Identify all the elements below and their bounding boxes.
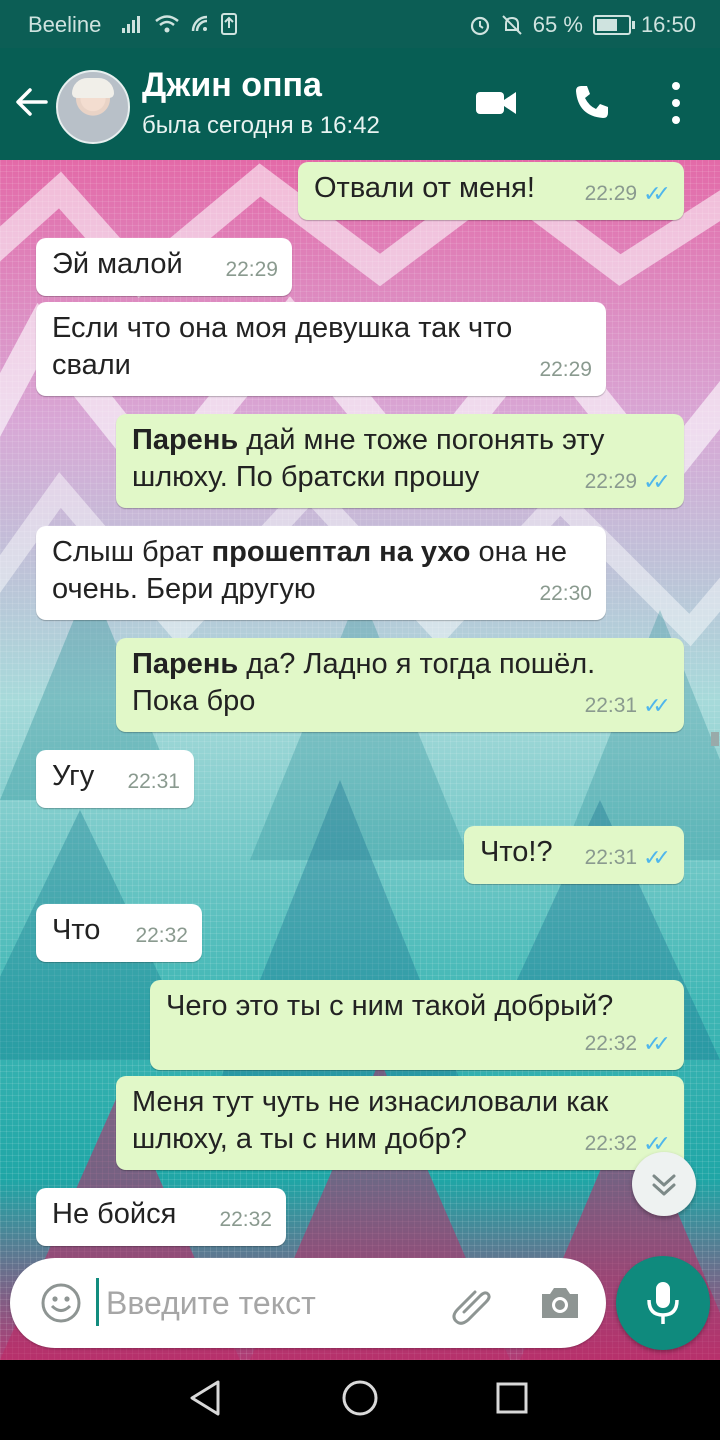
message-text: Парень дай мне тоже погонять эту шлюху. …: [132, 422, 657, 496]
message-outgoing[interactable]: Отвали от меня! 22:29 ✓✓: [298, 162, 684, 220]
nfc-icon: [191, 15, 208, 32]
message-bold-text: Парень: [132, 424, 239, 456]
message-text: Парень да? Ладно я тогда пошёл. Пока бро: [132, 646, 657, 720]
mic-icon: [647, 1282, 679, 1324]
double-check-icon: ✓✓: [643, 1031, 671, 1056]
scrollbar[interactable]: [711, 732, 719, 746]
message-outgoing[interactable]: Меня тут чуть не изнасиловали как шлюху,…: [116, 1076, 684, 1170]
nav-home-icon[interactable]: [340, 1376, 380, 1420]
message-text: Чего это ты с ним такой добрый?: [166, 990, 614, 1022]
message-incoming[interactable]: Эй малой 22:29: [36, 238, 292, 296]
alarm-icon: [470, 16, 489, 36]
message-outgoing[interactable]: Чего это ты с ним такой добрый? 22:32 ✓✓: [150, 980, 684, 1070]
message-time: 22:32: [584, 1032, 638, 1055]
mute-bell-icon: [502, 15, 522, 35]
data-arrows-icon: [221, 13, 237, 35]
mic-button[interactable]: [616, 1256, 710, 1350]
double-check-icon: ✓✓: [643, 693, 671, 718]
video-call-icon[interactable]: [474, 86, 518, 120]
message-text: Слыш брат прошептал на ухо она не очень.…: [52, 534, 572, 608]
message-composer: [10, 1258, 606, 1348]
message-input[interactable]: [100, 1278, 436, 1328]
clock: 16:50: [640, 12, 696, 37]
scroll-to-bottom-button[interactable]: [632, 1152, 696, 1216]
message-pre-text: Слыш брат: [52, 536, 212, 568]
message-time: 22:30: [539, 582, 592, 605]
message-time: 22:29: [584, 182, 638, 205]
emoji-icon[interactable]: [40, 1282, 82, 1324]
message-time: 22:32: [584, 1132, 638, 1155]
message-incoming[interactable]: Угу 22:31: [36, 750, 194, 808]
text-caret: [96, 1278, 99, 1326]
paperclip-icon[interactable]: [450, 1282, 494, 1326]
message-time: 22:32: [219, 1208, 272, 1231]
message-time: 22:31: [584, 846, 638, 869]
message-time: 22:32: [135, 924, 188, 947]
camera-icon[interactable]: [538, 1284, 582, 1322]
wifi-icon: [155, 15, 179, 33]
contact-name[interactable]: Джин оппа: [142, 66, 322, 105]
message-time: 22:29: [225, 258, 278, 281]
avatar[interactable]: [56, 70, 130, 144]
status-bar: Beeline 65 % 16:50: [0, 0, 720, 48]
battery-icon: [592, 15, 635, 35]
message-time: 22:29: [584, 470, 638, 493]
double-check-icon: ✓✓: [643, 469, 671, 494]
message-incoming[interactable]: Слыш брат прошептал на ухо она не очень.…: [36, 526, 606, 620]
message-time: 22:31: [584, 694, 638, 717]
double-check-icon: ✓✓: [643, 845, 671, 870]
more-vert-icon[interactable]: [666, 80, 686, 126]
message-time: 22:29: [539, 358, 592, 381]
message-time: 22:31: [127, 770, 180, 793]
message-bold-text: Парень: [132, 648, 239, 680]
message-text: Если что она моя девушка так что свали: [52, 312, 513, 381]
chat-area[interactable]: Отвали от меня! 22:29 ✓✓ Эй малой 22:29 Е…: [0, 160, 720, 1360]
message-outgoing[interactable]: Парень да? Ладно я тогда пошёл. Пока бро…: [116, 638, 684, 732]
message-incoming[interactable]: Если что она моя девушка так что свали 2…: [36, 302, 606, 396]
double-chevron-down-icon: [652, 1174, 676, 1196]
message-outgoing[interactable]: Что!? 22:31 ✓✓: [464, 826, 684, 884]
battery-percent: 65 %: [532, 12, 583, 37]
chat-header: Джин оппа была сегодня в 16:42: [0, 48, 720, 160]
double-check-icon: ✓✓: [643, 181, 671, 206]
message-bold-text: прошептал на ухо: [211, 536, 471, 568]
carrier-name: Beeline: [28, 12, 102, 37]
back-arrow-icon[interactable]: [14, 84, 50, 120]
last-seen-status: была сегодня в 16:42: [142, 112, 380, 139]
phone-icon[interactable]: [572, 82, 612, 122]
signal-icons: [120, 12, 238, 36]
nav-back-icon[interactable]: [188, 1378, 224, 1418]
message-outgoing[interactable]: Парень дай мне тоже погонять эту шлюху. …: [116, 414, 684, 508]
message-incoming[interactable]: Не бойся 22:32: [36, 1188, 286, 1246]
signal-icon: [122, 16, 140, 33]
nav-recents-icon[interactable]: [494, 1378, 530, 1418]
system-nav-bar: [0, 1360, 720, 1440]
message-incoming[interactable]: Что 22:32: [36, 904, 202, 962]
